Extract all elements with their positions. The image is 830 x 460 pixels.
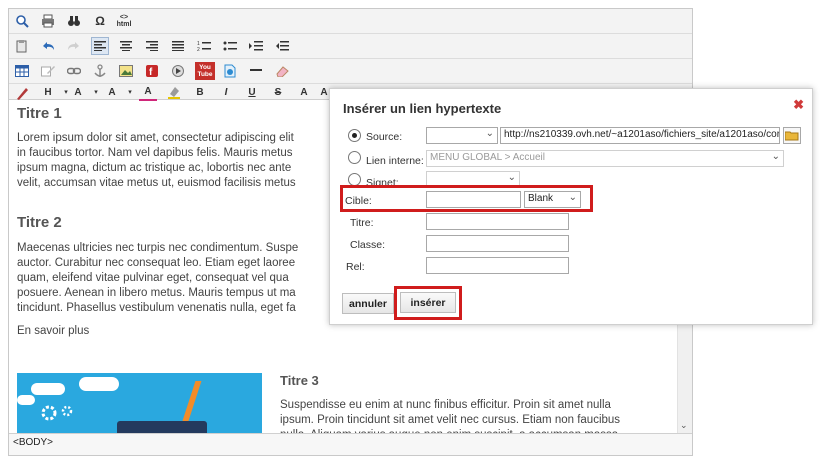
insert-highlight-box	[394, 286, 462, 320]
heading-button[interactable]: H	[39, 83, 57, 101]
title-input[interactable]	[426, 213, 569, 230]
source-radio[interactable]	[348, 129, 361, 142]
read-more-link[interactable]: En savoir plus	[17, 324, 89, 339]
undo-icon[interactable]	[39, 37, 57, 55]
internal-link-radio[interactable]	[348, 151, 361, 164]
rel-input[interactable]	[426, 257, 569, 274]
toolbar-row-1: Ω <> html	[9, 9, 692, 34]
toolbar-row-3: f You Tube	[9, 59, 692, 84]
link-icon[interactable]	[65, 62, 83, 80]
table-icon[interactable]	[13, 62, 31, 80]
anchor-icon[interactable]	[91, 62, 109, 80]
superscript-button[interactable]: A	[295, 83, 313, 101]
binoculars-icon[interactable]	[65, 12, 83, 30]
svg-text:2: 2	[197, 47, 200, 52]
source-url-input[interactable]: http://ns210339.ovh.net/~a1201aso/fichie…	[500, 127, 780, 144]
font-size-dropdown-icon[interactable]: ▾	[121, 83, 139, 101]
heading-titre-1: Titre 1	[17, 105, 62, 122]
heading-titre-3: Titre 3	[280, 373, 319, 388]
paragraph-1: Lorem ipsum dolor sit amet, consectetur …	[17, 132, 296, 189]
outdent-icon[interactable]	[273, 37, 291, 55]
font-size-button[interactable]: A	[103, 83, 121, 101]
indent-icon[interactable]	[247, 37, 265, 55]
print-icon[interactable]	[39, 12, 57, 30]
html-icon[interactable]: <> html	[115, 12, 133, 30]
eraser-icon[interactable]	[273, 62, 291, 80]
scroll-down-icon[interactable]: ⌄	[680, 420, 688, 431]
unordered-list-icon[interactable]	[221, 37, 239, 55]
toolbar-row-2: 12	[9, 34, 692, 59]
ordered-list-icon[interactable]: 12	[195, 37, 213, 55]
close-icon[interactable]: ✖	[793, 97, 804, 113]
paragraph-2: Maecenas ultricies nec turpis nec condim…	[17, 242, 299, 314]
internal-link-label: Lien interne:	[366, 155, 424, 167]
chevron-down-icon: ⌄	[507, 172, 516, 183]
youtube-icon[interactable]: You Tube	[195, 62, 215, 80]
align-left-icon[interactable]	[91, 37, 109, 55]
align-right-icon[interactable]	[143, 37, 161, 55]
font-button[interactable]: A	[69, 83, 87, 101]
title-label: Titre:	[350, 217, 374, 229]
status-bar-path: <BODY>	[9, 433, 692, 455]
italic-button[interactable]: I	[217, 83, 235, 101]
internal-link-select[interactable]: MENU GLOBAL > Accueil ⌄	[426, 150, 784, 167]
image-icon[interactable]	[117, 62, 135, 80]
target-highlight-box	[340, 185, 593, 212]
paragraph-3: Suspendisse eu enim at nunc finibus effi…	[280, 399, 621, 433]
rel-label: Rel:	[346, 261, 365, 273]
file-icon[interactable]	[221, 62, 239, 80]
bold-button[interactable]: B	[191, 83, 209, 101]
paste-icon[interactable]	[13, 37, 31, 55]
underline-button[interactable]: U	[243, 83, 261, 101]
zoom-icon[interactable]	[13, 12, 31, 30]
edit-icon[interactable]	[39, 62, 57, 80]
media-icon[interactable]	[169, 62, 187, 80]
highlight-color-icon[interactable]	[165, 83, 183, 101]
strikethrough-button[interactable]: S	[269, 83, 287, 101]
source-protocol-select[interactable]: ⌄	[426, 127, 498, 144]
omega-icon[interactable]: Ω	[91, 12, 109, 30]
heading-titre-2: Titre 2	[17, 214, 62, 231]
insert-link-dialog: Insérer un lien hypertexte ✖ Source: ⌄ h…	[329, 88, 813, 325]
illustration-image	[17, 373, 262, 433]
redo-icon[interactable]	[65, 37, 83, 55]
align-center-icon[interactable]	[117, 37, 135, 55]
cancel-button[interactable]: annuler	[342, 293, 394, 314]
class-input[interactable]	[426, 235, 569, 252]
text-color-button[interactable]: A	[139, 83, 157, 101]
source-label: Source:	[366, 131, 403, 143]
chevron-down-icon: ⌄	[485, 128, 494, 139]
browse-folder-icon[interactable]	[783, 127, 801, 144]
justify-icon[interactable]	[169, 37, 187, 55]
chevron-down-icon: ⌄	[771, 151, 780, 162]
class-label: Classe:	[350, 239, 386, 251]
dialog-title: Insérer un lien hypertexte	[343, 101, 502, 116]
flash-icon[interactable]: f	[143, 62, 161, 80]
hr-icon[interactable]	[247, 62, 265, 80]
